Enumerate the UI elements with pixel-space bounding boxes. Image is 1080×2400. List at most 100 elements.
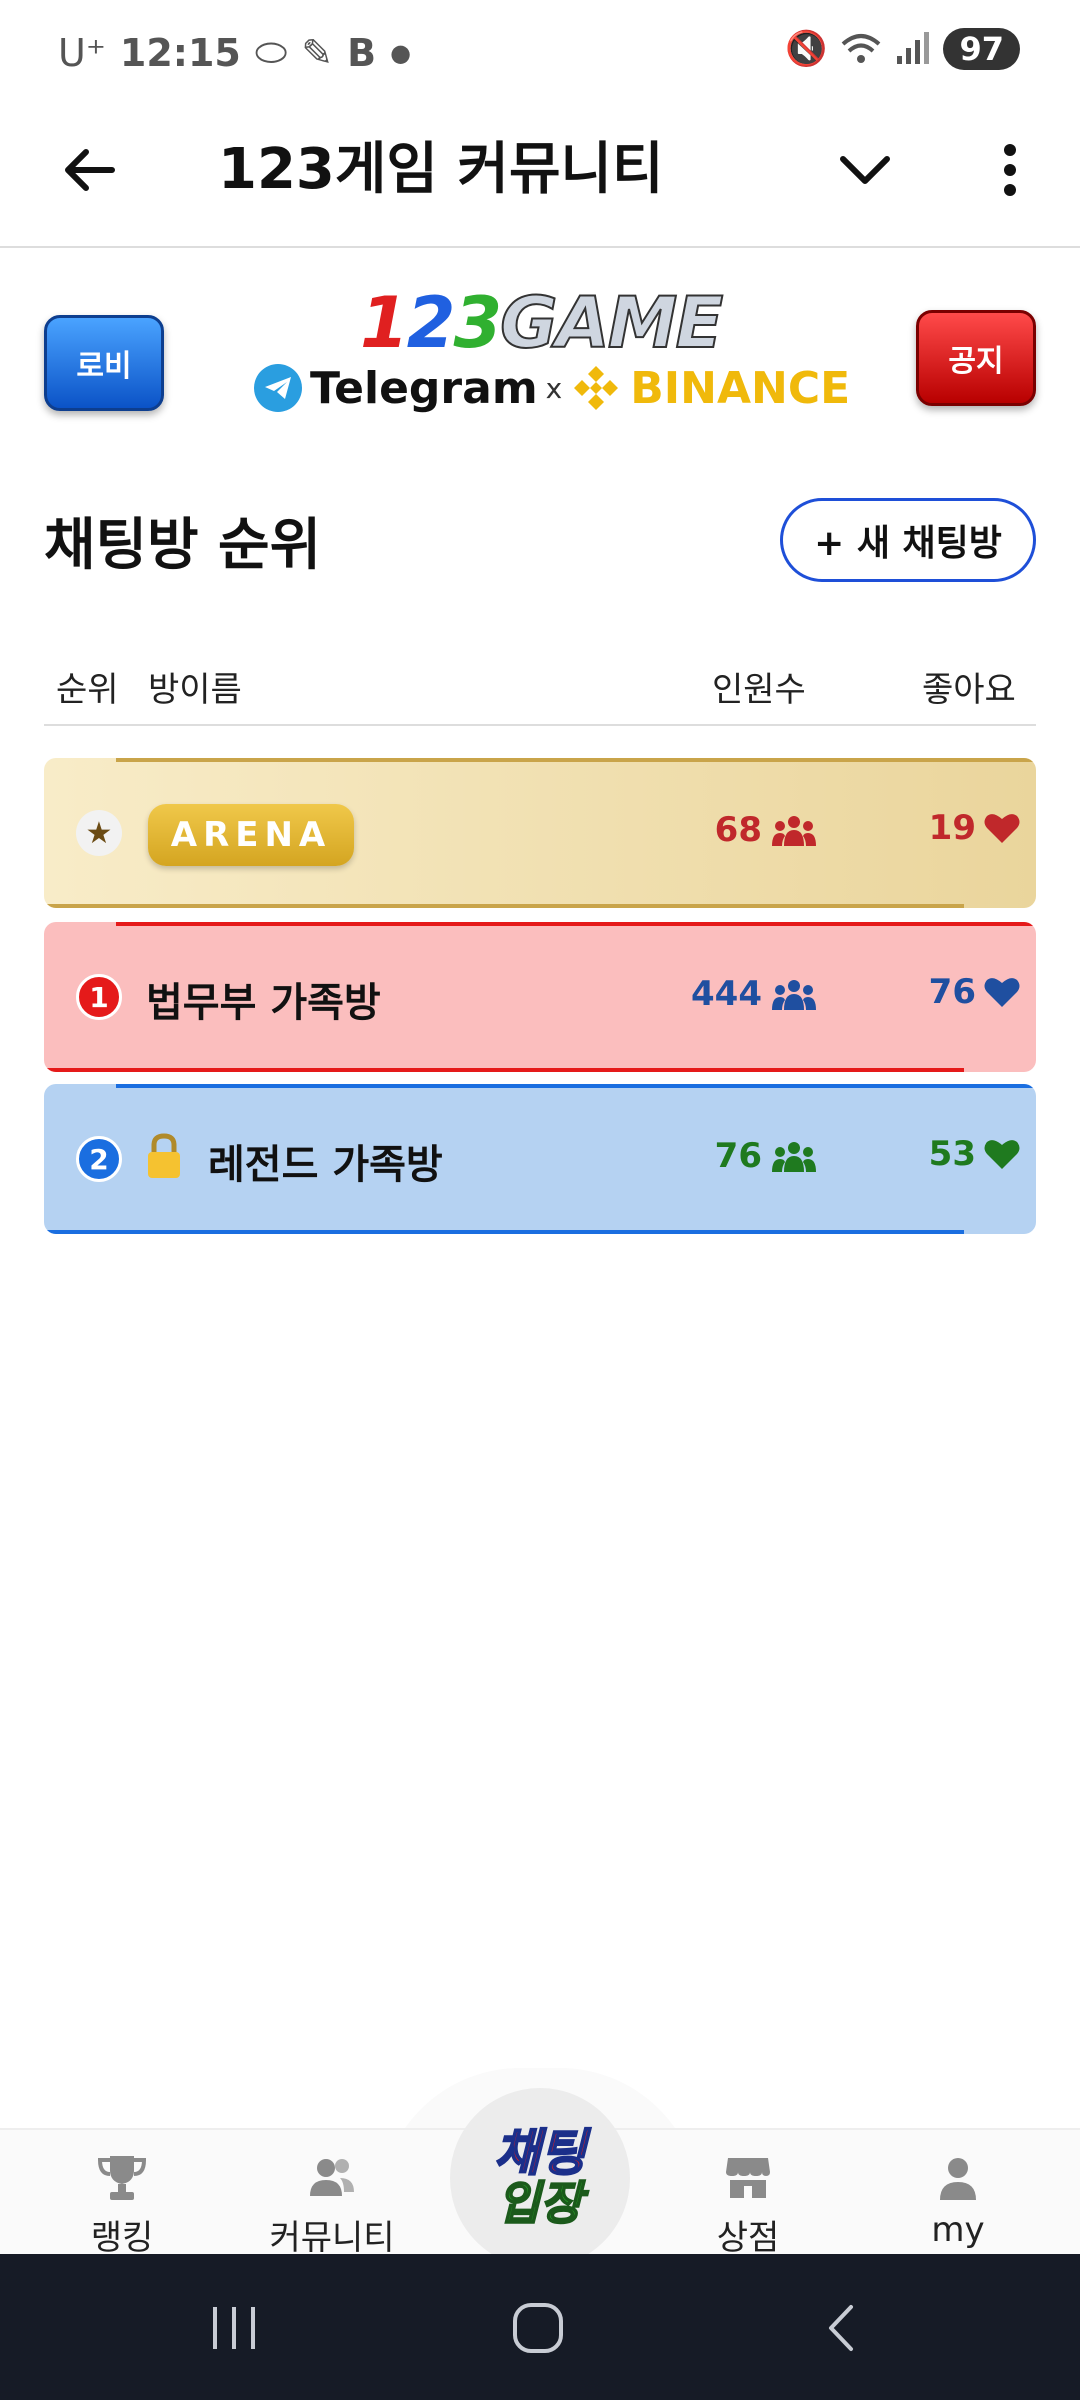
rank-number: 2 (89, 1142, 109, 1176)
signal-icon (897, 32, 930, 64)
row-accent-top (116, 922, 1036, 926)
table-header: 순위 방이름 인원수 좋아요 (44, 650, 1036, 726)
app-bar: 123게임 커뮤니티 (0, 100, 1080, 248)
more-options-button[interactable] (980, 130, 1040, 210)
nav-item-my[interactable]: my (878, 2152, 1038, 2250)
new-chat-room-button[interactable]: + 새 채팅방 (780, 498, 1036, 582)
room-row-1[interactable]: 1 법무부 가족방 444 76 (44, 922, 1036, 1072)
chat-enter-label-bottom: 입장 (497, 2175, 584, 2230)
section-title: 채팅방 순위 (44, 513, 322, 578)
users-icon (310, 2159, 354, 2196)
nav-item-ranking[interactable]: 랭킹 (42, 2152, 202, 2259)
chat-enter-button[interactable]: 채팅 입장 (450, 2088, 630, 2268)
like-count-value: 76 (928, 972, 976, 1012)
nav-label-shop: 상점 (716, 2218, 780, 2258)
room-row-2[interactable]: 2 레전드 가족방 76 53 (44, 1084, 1036, 1234)
rank-number: 1 (89, 980, 109, 1014)
member-count-value: 444 (691, 974, 762, 1014)
nav-item-community[interactable]: 커뮤니티 (252, 2152, 412, 2259)
people-icon (772, 816, 816, 846)
carrier-label: U⁺ (58, 30, 106, 75)
room-name: 레전드 가족방 (208, 1142, 443, 1188)
row-accent-top (116, 758, 1036, 762)
status-left: U⁺ 12:15 ⬭ ✎ B ● (58, 30, 411, 75)
nav-label-ranking: 랭킹 (90, 2218, 154, 2258)
column-rank: 순위 (56, 670, 119, 710)
status-right: 🔇 97 (785, 28, 1020, 70)
lobby-label: 로비 (76, 349, 132, 384)
more-vertical-icon (1004, 144, 1016, 196)
partner-line: Telegram x BINANCE (254, 362, 850, 414)
column-name: 방이름 (148, 670, 242, 710)
logo-game-text: GAME (499, 281, 724, 365)
dot-icon: ● (390, 38, 412, 67)
people-icon (772, 980, 816, 1010)
banner: 로비 123GAME Telegram x BINANCE 공지 (0, 270, 1080, 440)
lobby-button[interactable]: 로비 (44, 315, 164, 411)
arrow-left-icon (65, 149, 115, 191)
battery-indicator: 97 (943, 28, 1020, 70)
row-accent-bottom (44, 904, 964, 908)
logo-digit-1: 1 (360, 282, 409, 364)
room-row-arena[interactable]: ★ ARENA 68 19 (44, 758, 1036, 908)
page-title: 123게임 커뮤니티 (218, 137, 664, 202)
wifi-icon (842, 34, 881, 63)
binance-icon (574, 366, 619, 410)
row-accent-bottom (44, 1230, 964, 1234)
column-likes: 좋아요 (922, 670, 1016, 710)
battery-level: 97 (959, 30, 1004, 68)
store-icon (726, 2158, 770, 2198)
back-button[interactable] (48, 130, 128, 210)
b-app-icon: B (347, 30, 377, 75)
logo-digit-3: 3 (453, 282, 502, 364)
system-navigation-bar (0, 2254, 1080, 2400)
clock: 12:15 (119, 30, 241, 75)
status-bar: U⁺ 12:15 ⬭ ✎ B ● 🔇 97 (0, 0, 1080, 100)
like-count: 19 (929, 808, 1020, 848)
row-accent-top (116, 1084, 1036, 1088)
brush-icon: ✎ (301, 30, 334, 75)
room-name: ARENA (170, 815, 332, 855)
chevron-down-icon (840, 156, 890, 184)
lock-icon (148, 1133, 180, 1178)
heart-icon (984, 814, 1020, 843)
nav-item-shop[interactable]: 상점 (668, 2152, 828, 2259)
star-icon: ★ (76, 810, 122, 856)
column-members: 인원수 (712, 670, 806, 710)
times-sign: x (545, 371, 563, 405)
recent-apps-icon (213, 2307, 255, 2349)
binance-label: BINANCE (630, 362, 851, 414)
home-icon (513, 2303, 563, 2353)
system-back-button[interactable] (800, 2296, 880, 2360)
game-logo: 123GAME (360, 281, 724, 365)
member-count: 76 (715, 1136, 816, 1176)
telegram-label: Telegram (310, 362, 538, 414)
mute-icon: 🔇 (785, 29, 828, 69)
like-count-value: 19 (928, 808, 976, 848)
room-name: 법무부 가족방 (146, 980, 381, 1026)
recent-apps-button[interactable] (194, 2296, 274, 2360)
home-button[interactable] (498, 2296, 578, 2360)
notice-label: 공지 (948, 344, 1004, 379)
rank-badge: 2 (76, 1136, 122, 1182)
member-count-value: 76 (714, 1136, 762, 1176)
telegram-icon (254, 364, 302, 412)
trophy-icon (97, 2156, 147, 2200)
heart-icon (984, 1140, 1020, 1169)
member-count: 68 (715, 810, 816, 850)
expand-button[interactable] (820, 130, 910, 210)
nav-label-community: 커뮤니티 (269, 2218, 395, 2258)
row-accent-bottom (44, 1068, 964, 1072)
heart-icon (984, 978, 1020, 1007)
logo-digit-2: 2 (406, 282, 456, 364)
nav-label-my: my (931, 2210, 985, 2250)
notice-button[interactable]: 공지 (916, 310, 1036, 406)
member-count-value: 68 (714, 810, 762, 850)
back-chevron-icon (829, 2305, 853, 2351)
people-icon (772, 1142, 816, 1172)
like-count: 53 (929, 1134, 1020, 1174)
like-count-value: 53 (928, 1134, 976, 1174)
chat-enter-label-top: 채팅 (493, 2123, 587, 2182)
member-count: 444 (691, 974, 816, 1014)
like-count: 76 (929, 972, 1020, 1012)
